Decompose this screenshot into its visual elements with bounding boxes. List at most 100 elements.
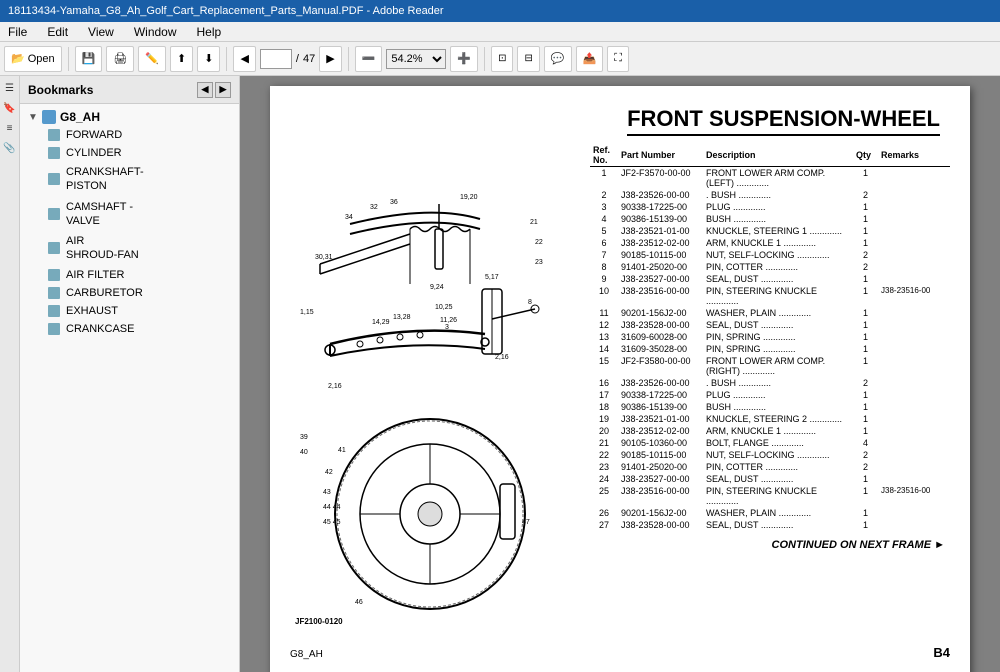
sidebar-item-crankshaft[interactable]: CRANKSHAFT-PISTON [20, 162, 239, 197]
cell-desc: SEAL, DUST ............. [703, 319, 853, 331]
cell-remarks [878, 389, 950, 401]
menu-window[interactable]: Window [130, 24, 181, 40]
sidebar-item-cylinder[interactable]: CYLINDER [20, 144, 239, 162]
sidebar-label-forward: FORWARD [66, 129, 122, 141]
bookmark-icon-exhaust [48, 305, 60, 317]
cell-remarks [878, 507, 950, 519]
cell-qty: 1 [853, 519, 878, 531]
continued-text: CONTINUED ON NEXT FRAME ► [590, 539, 950, 551]
diagram-area: 30,31 34 32 36 19,20 21 22 23 8 5,17 2,1… [290, 144, 580, 637]
bookmark-panel-icon[interactable]: 🔖 [2, 100, 18, 116]
cell-ref: 23 [590, 461, 618, 473]
cell-desc: NUT, SELF-LOCKING ............. [703, 249, 853, 261]
sidebar-item-carburetor[interactable]: CARBURETOR [20, 284, 239, 302]
cell-desc: WASHER, PLAIN ............. [703, 307, 853, 319]
cell-remarks: J38-23516-00 [878, 285, 950, 307]
pdf-viewer[interactable]: FRONT SUSPENSION-WHEEL [240, 76, 1000, 672]
cell-desc: ARM, KNUCKLE 1 ............. [703, 425, 853, 437]
layers-icon[interactable]: ≡ [2, 120, 18, 136]
cell-qty: 1 [853, 201, 878, 213]
bookmark-icon-forward [48, 129, 60, 141]
menu-file[interactable]: File [4, 24, 31, 40]
menu-edit[interactable]: Edit [43, 24, 72, 40]
cell-ref: 21 [590, 437, 618, 449]
sidebar-collapse-btn[interactable]: ◀ [197, 82, 213, 98]
cell-qty: 1 [853, 213, 878, 225]
cell-remarks [878, 225, 950, 237]
comment-button[interactable]: 💬 [544, 46, 572, 72]
svg-text:9,24: 9,24 [430, 284, 444, 291]
table-row: 16 J38-23526-00-00 . BUSH ............. … [590, 377, 950, 389]
cell-part: J38-23516-00-00 [618, 485, 703, 507]
sidebar: Bookmarks ◀ ▶ ▼ G8_AH FORWARD CYLINDER [20, 76, 240, 672]
cell-part: J38-23521-01-00 [618, 225, 703, 237]
cell-remarks [878, 331, 950, 343]
cell-ref: 6 [590, 237, 618, 249]
cell-desc: PIN, COTTER ............. [703, 261, 853, 273]
sidebar-item-exhaust[interactable]: EXHAUST [20, 302, 239, 320]
svg-text:47: 47 [522, 519, 530, 526]
cell-part: 31609-35028-00 [618, 343, 703, 355]
next-page-button[interactable]: ▶ [319, 46, 341, 72]
svg-text:40: 40 [300, 449, 308, 456]
forward-button[interactable]: ⬇ [197, 46, 220, 72]
prev-page-button[interactable]: ◀ [233, 46, 255, 72]
cell-ref: 3 [590, 201, 618, 213]
col-qty: Qty [853, 144, 878, 167]
save-button[interactable]: 💾 [75, 46, 103, 72]
sidebar-item-camshaft[interactable]: CAMSHAFT -VALVE [20, 197, 239, 232]
share-button[interactable]: 📤 [576, 46, 604, 72]
cell-desc: . BUSH ............. [703, 377, 853, 389]
fit-width-button[interactable]: ⊟ [517, 46, 539, 72]
cell-ref: 1 [590, 167, 618, 190]
table-row: 7 90185-10115-00 NUT, SELF-LOCKING .....… [590, 249, 950, 261]
cell-qty: 2 [853, 461, 878, 473]
fit-page-button[interactable]: ⊡ [491, 46, 513, 72]
cell-remarks [878, 413, 950, 425]
bookmark-icon-cylinder [48, 147, 60, 159]
back-button[interactable]: ⬆ [170, 46, 193, 72]
bookmark-icon-carburetor [48, 287, 60, 299]
cell-part: JF2-F3570-00-00 [618, 167, 703, 190]
cell-ref: 17 [590, 389, 618, 401]
svg-text:10,25: 10,25 [435, 304, 453, 311]
page-number-input[interactable]: 16 [260, 49, 292, 69]
cell-desc: KNUCKLE, STEERING 1 ............. [703, 225, 853, 237]
left-strip: ☰ 🔖 ≡ 📎 [0, 76, 20, 672]
fullscreen-button[interactable]: ⛶ [607, 46, 629, 72]
svg-text:13,28: 13,28 [393, 314, 411, 321]
table-row: 19 J38-23521-01-00 KNUCKLE, STEERING 2 .… [590, 413, 950, 425]
cell-desc: SEAL, DUST ............. [703, 273, 853, 285]
cell-ref: 16 [590, 377, 618, 389]
sidebar-item-air-shroud[interactable]: AIRSHROUD-FAN [20, 231, 239, 266]
open-button[interactable]: 📂 Open [4, 46, 62, 72]
table-row: 12 J38-23528-00-00 SEAL, DUST ..........… [590, 319, 950, 331]
svg-text:1,15: 1,15 [300, 309, 314, 316]
cell-ref: 13 [590, 331, 618, 343]
cell-part: 90338-17225-00 [618, 389, 703, 401]
zoom-select[interactable]: 54.2% [386, 49, 446, 69]
sidebar-item-crankcase[interactable]: CRANKCASE [20, 320, 239, 338]
attachments-icon[interactable]: 📎 [2, 140, 18, 156]
zoom-in-button[interactable]: ➕ [450, 46, 478, 72]
edit-button[interactable]: ✏️ [138, 46, 166, 72]
hand-tool-icon[interactable]: ☰ [2, 80, 18, 96]
menu-view[interactable]: View [84, 24, 118, 40]
sidebar-expand-btn[interactable]: ▶ [215, 82, 231, 98]
sidebar-item-root[interactable]: ▼ G8_AH [20, 108, 239, 126]
col-remarks: Remarks [878, 144, 950, 167]
sidebar-item-forward[interactable]: FORWARD [20, 126, 239, 144]
sidebar-label-cylinder: CYLINDER [66, 147, 122, 159]
cell-ref: 5 [590, 225, 618, 237]
cell-part: JF2-F3580-00-00 [618, 355, 703, 377]
zoom-out-button[interactable]: ➖ [355, 46, 383, 72]
cell-ref: 7 [590, 249, 618, 261]
table-row: 25 J38-23516-00-00 PIN, STEERING KNUCKLE… [590, 485, 950, 507]
cell-remarks [878, 237, 950, 249]
menu-help[interactable]: Help [193, 24, 226, 40]
cell-ref: 4 [590, 213, 618, 225]
print-button[interactable]: 🖨 [106, 46, 134, 72]
sidebar-item-air-filter[interactable]: AIR FILTER [20, 266, 239, 284]
svg-text:34: 34 [345, 214, 353, 221]
cell-part: J38-23527-00-00 [618, 273, 703, 285]
